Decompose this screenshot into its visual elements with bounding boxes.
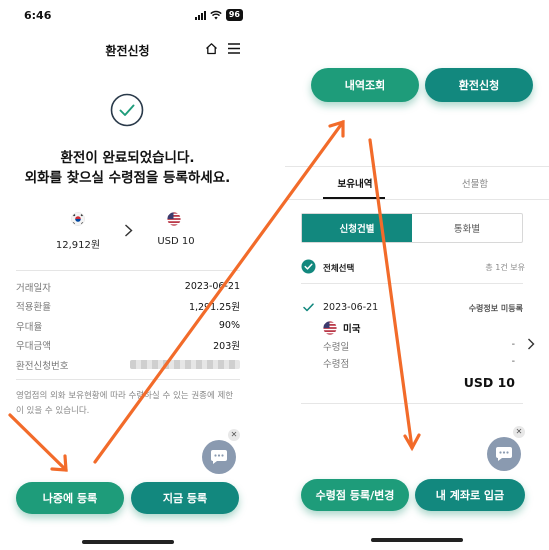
exchange-apply-button[interactable]: 환전신청: [425, 68, 533, 102]
branch-label: 수령점: [323, 359, 350, 370]
detail-row: 적용환율 1,291.25원: [16, 297, 240, 317]
item-country: 미국: [343, 324, 361, 335]
home-indicator: [82, 540, 174, 544]
close-icon[interactable]: ✕: [228, 429, 240, 441]
receive-date-label: 수령일: [323, 342, 350, 353]
tab-holdings[interactable]: 보유내역: [315, 176, 395, 190]
chevron-right-icon[interactable]: [527, 338, 535, 350]
item-amount: USD 10: [463, 375, 515, 390]
holding-count: 총 1건 보유: [485, 263, 525, 272]
detail-row: 거래일자 2023-06-21: [16, 277, 240, 297]
chat-bubble-icon: [496, 447, 512, 461]
detail-value: 2023-06-21: [184, 281, 240, 293]
detail-label: 우대금액: [16, 341, 51, 353]
divider: [301, 403, 523, 404]
notice-line1: 영업점의 외화 보유현황에 따라 수령하실 수 있는 권종에 제한: [16, 391, 234, 401]
status-icons: 96: [194, 9, 243, 21]
select-all-label: 전체선택: [323, 264, 355, 274]
chat-button[interactable]: [487, 437, 521, 471]
register-later-button[interactable]: 나중에 등록: [16, 482, 124, 514]
detail-row: 우대금액 203원: [16, 336, 240, 356]
detail-label: 우대율: [16, 321, 43, 333]
register-now-button[interactable]: 지금 등록: [131, 482, 239, 514]
detail-value: 203원: [213, 341, 240, 353]
item-status: 수령정보 미등록: [468, 304, 523, 313]
home-icon[interactable]: [205, 42, 218, 55]
result-message-line1: 환전이 완료되었습니다.: [60, 150, 195, 166]
notice-line2: 이 있을 수 있습니다.: [16, 406, 90, 416]
close-icon[interactable]: ✕: [513, 426, 525, 438]
us-flag-icon: [323, 321, 337, 335]
from-amount: 12,912원: [55, 240, 101, 251]
history-button[interactable]: 내역조회: [311, 68, 419, 102]
chat-button[interactable]: [202, 440, 236, 474]
deposit-to-account-button[interactable]: 내 계좌로 입금: [415, 479, 525, 511]
chat-bubble-icon: [211, 450, 227, 464]
status-bar: 6:46 96: [0, 0, 255, 32]
to-amount: USD 10: [157, 236, 195, 247]
transaction-details: 거래일자 2023-06-21 적용환율 1,291.25원 우대율 90% 우대금액…: [16, 270, 240, 380]
home-indicator: [371, 538, 463, 542]
signal-icon: [194, 10, 206, 20]
result-message-line2: 외화를 찾으실 수령점을 등록하세요.: [24, 170, 231, 186]
battery-indicator: 96: [225, 9, 243, 21]
status-time: 6:46: [24, 9, 52, 22]
detail-label: 환전신청번호: [16, 360, 69, 372]
segment-by-currency[interactable]: 통화별: [412, 214, 522, 242]
divider: [285, 166, 549, 167]
detail-label: 적용환율: [16, 302, 51, 314]
tab-gift-box[interactable]: 선물함: [435, 176, 515, 190]
app-header: 환전신청: [0, 36, 255, 62]
register-branch-button[interactable]: 수령점 등록/변경: [301, 479, 409, 511]
left-screen: 6:46 96 환전신청 환전이 완료되었습니다. 외화를 찾으실 수령점을 등…: [0, 0, 255, 550]
detail-label: 거래일자: [16, 282, 51, 294]
success-check-icon: [110, 93, 144, 127]
right-screen: 내역조회 환전신청 보유내역 선물함 신청건별 통화별 전체선택 총 1건 보유…: [285, 0, 549, 550]
branch-value: -: [511, 356, 515, 367]
item-date: 2023-06-21: [323, 302, 379, 313]
detail-row: 우대율 90%: [16, 316, 240, 336]
detail-value: 1,291.25원: [188, 302, 240, 314]
select-all-checkbox-icon[interactable]: [301, 259, 316, 274]
segment-by-application[interactable]: 신청건별: [302, 214, 412, 242]
receive-date-value: -: [511, 339, 515, 350]
item-check-icon[interactable]: [303, 303, 314, 312]
arrow-right-icon: [125, 224, 133, 237]
wifi-icon: [210, 10, 222, 20]
us-flag-icon: [167, 212, 181, 226]
detail-value: 90%: [218, 320, 240, 332]
view-toggle: 신청건별 통화별: [301, 213, 523, 243]
menu-icon[interactable]: [228, 43, 240, 54]
detail-row: 환전신청번호: [16, 355, 240, 375]
redacted-application-number: [130, 360, 240, 370]
korea-flag-icon: [71, 212, 85, 226]
divider: [301, 283, 523, 284]
divider: [285, 199, 549, 200]
